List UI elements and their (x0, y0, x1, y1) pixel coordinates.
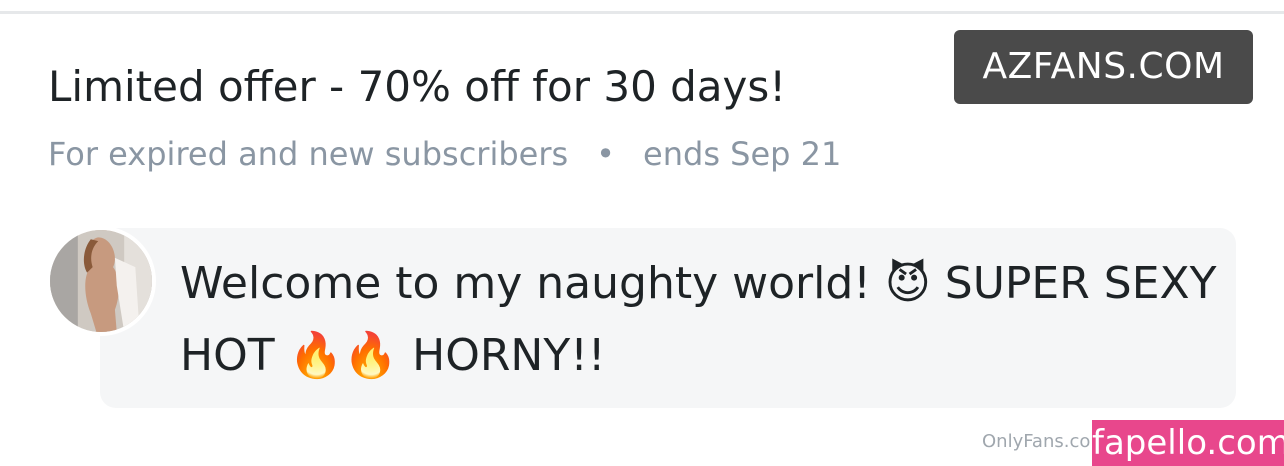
offer-separator: • (596, 135, 616, 173)
offer-subtitle: For expired and new subscribers • ends Sep… (48, 134, 841, 174)
offer-title: Limited offer - 70% off for 30 days! (48, 62, 787, 111)
avatar[interactable] (46, 226, 156, 336)
top-divider (0, 11, 1284, 14)
fapello-watermark: fapello.com (1092, 420, 1284, 466)
message-text: Welcome to my naughty world! 😈 SUPER SEX… (180, 258, 1217, 381)
offer-end-date: ends Sep 21 (643, 135, 842, 173)
azfans-watermark: AZFANS.COM (954, 30, 1253, 104)
page: Limited offer - 70% off for 30 days! For… (0, 0, 1284, 466)
onlyfans-watermark: OnlyFans.com (982, 431, 1108, 452)
offer-audience: For expired and new subscribers (48, 135, 569, 173)
avatar-image (50, 230, 152, 332)
